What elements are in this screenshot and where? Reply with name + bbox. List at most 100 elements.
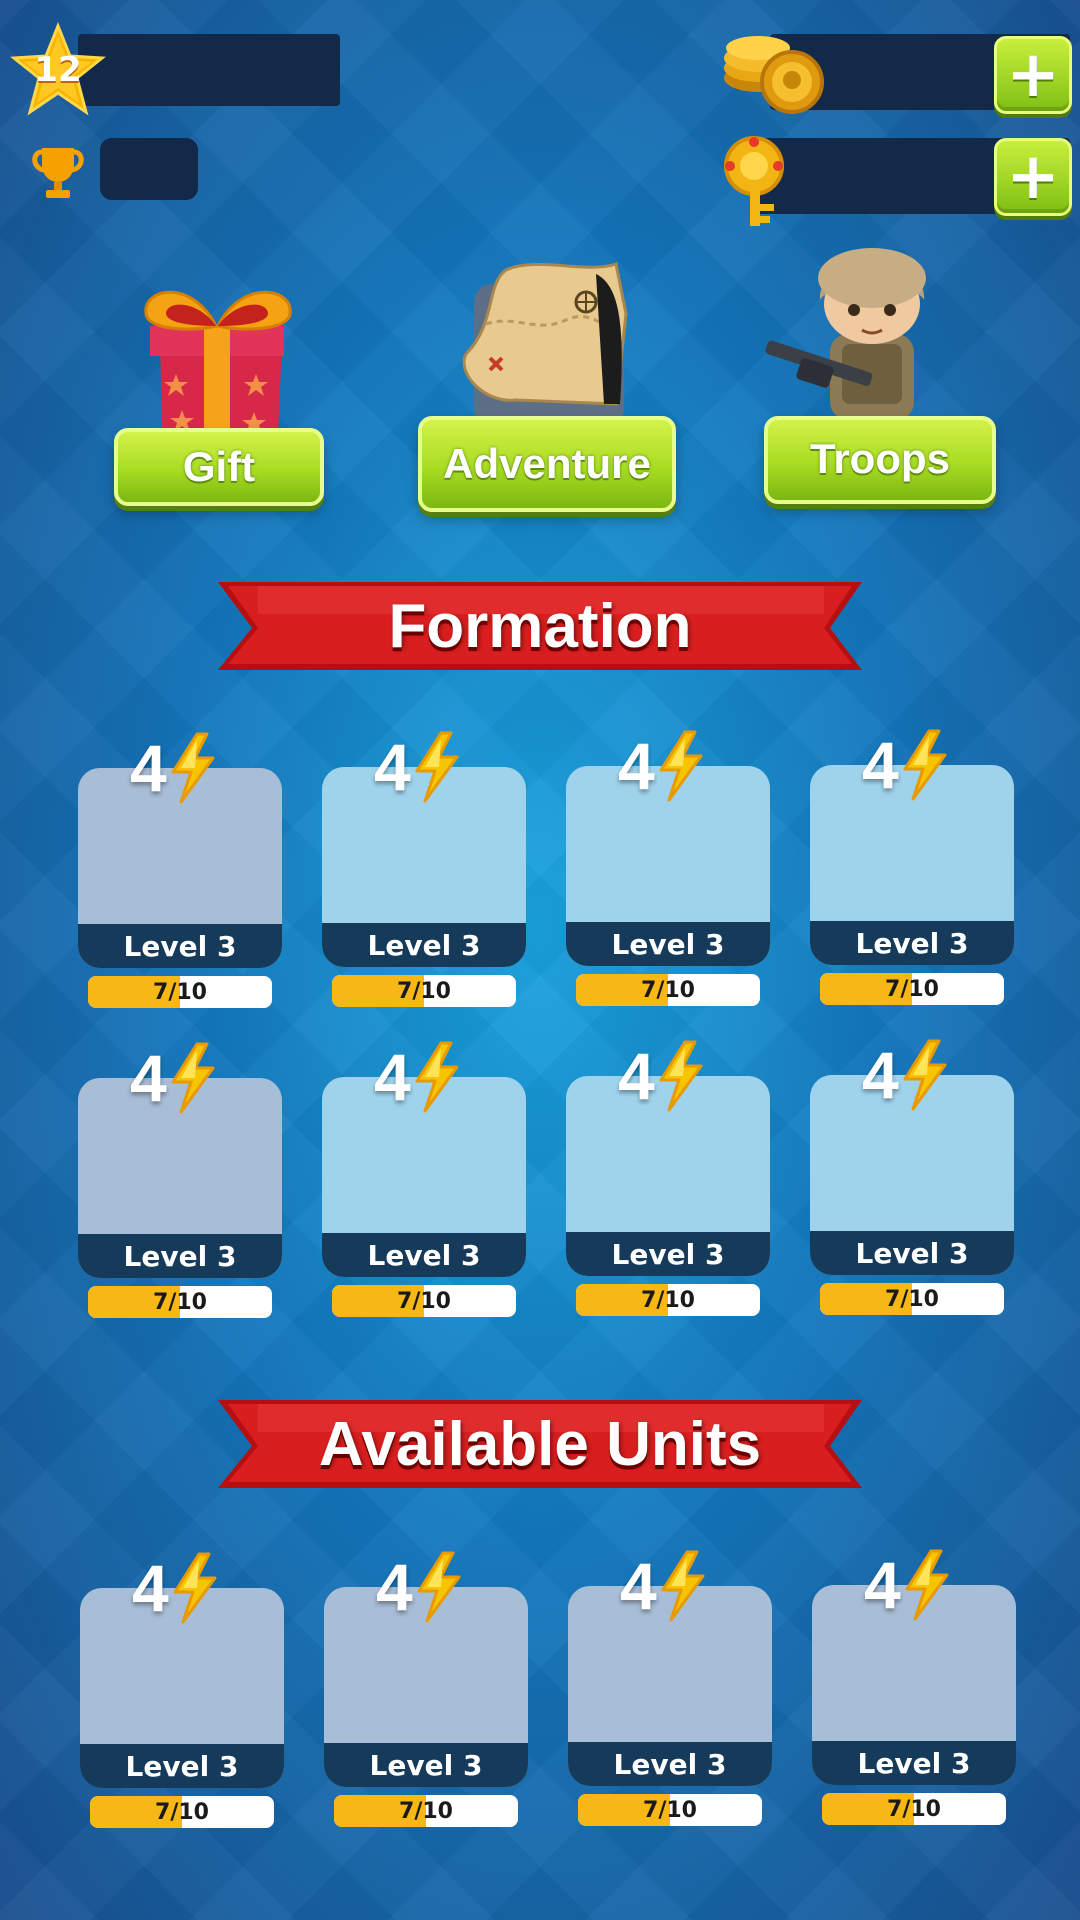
available-units-ribbon: Available Units [218,1396,862,1492]
adventure-button-label: Adventure [443,440,651,487]
unit-progress-text: 7/10 [155,1799,209,1825]
unit-progress-text: 7/10 [397,1288,451,1314]
coin-stack-icon [722,26,826,118]
energy-cost: 4 [374,1037,463,1117]
lightning-bolt-icon [415,1041,459,1113]
energy-cost-number: 4 [618,729,655,803]
unit-progress-bar: 7/10 [88,1286,272,1318]
unit-level-label: Level 3 [810,1231,1014,1275]
unit-progress-bar: 7/10 [578,1794,762,1826]
unit-progress-text: 7/10 [643,1797,697,1823]
energy-cost: 4 [130,728,219,808]
unit-progress-text: 7/10 [641,1287,695,1313]
unit-level-label: Level 3 [78,924,282,968]
energy-cost-number: 4 [130,1041,167,1115]
available-units-title: Available Units [318,1409,762,1479]
unit-level-label: Level 3 [80,1744,284,1788]
adventure-button[interactable]: Adventure [418,416,676,512]
unit-progress-text: 7/10 [153,979,207,1005]
add-keys-button[interactable]: + [994,138,1072,216]
energy-cost-number: 4 [130,731,167,805]
lightning-bolt-icon [661,1550,705,1622]
unit-progress-bar: 7/10 [822,1793,1006,1825]
gift-button-label: Gift [182,443,256,490]
unit-progress-bar: 7/10 [820,1283,1004,1315]
unit-card[interactable]: Level 3 4 7/10 [80,1551,284,1828]
unit-progress-bar: 7/10 [820,973,1004,1005]
lightning-bolt-icon [417,1551,461,1623]
gift-box-icon [132,278,302,438]
formation-title: Formation [388,591,692,661]
unit-progress-text: 7/10 [885,976,939,1002]
lightning-bolt-icon [659,1040,703,1112]
gift-button[interactable]: Gift [114,428,324,506]
unit-progress-bar: 7/10 [90,1796,274,1828]
unit-level-label: Level 3 [322,923,526,967]
lightning-bolt-icon [903,729,947,801]
lightning-bolt-icon [903,1039,947,1111]
unit-progress-text: 7/10 [641,977,695,1003]
player-level-badge: 12 [10,21,106,118]
troops-button[interactable]: Troops [764,416,996,504]
unit-level-label: Level 3 [566,922,770,966]
energy-cost: 4 [864,1545,953,1625]
lightning-bolt-icon [171,1042,215,1114]
unit-card[interactable]: Level 3 4 7/10 [566,1039,770,1316]
formation-ribbon: Formation [218,578,862,674]
unit-card[interactable]: Level 3 4 7/10 [810,728,1014,1005]
unit-progress-bar: 7/10 [88,976,272,1008]
energy-cost-number: 4 [618,1039,655,1113]
energy-cost-number: 4 [862,728,899,802]
unit-card[interactable]: Level 3 4 7/10 [566,729,770,1006]
soldier-icon [758,234,958,420]
lightning-bolt-icon [905,1549,949,1621]
unit-card[interactable]: Level 3 4 7/10 [322,730,526,1007]
unit-card[interactable]: Level 3 4 7/10 [322,1040,526,1317]
lightning-bolt-icon [171,732,215,804]
add-coins-button[interactable]: + [994,36,1072,114]
player-level-number: 12 [34,50,82,90]
unit-progress-text: 7/10 [887,1796,941,1822]
lightning-bolt-icon [659,730,703,802]
unit-progress-bar: 7/10 [576,1284,760,1316]
unit-level-label: Level 3 [322,1233,526,1277]
energy-cost-number: 4 [374,730,411,804]
energy-cost-number: 4 [376,1550,413,1624]
energy-cost: 4 [130,1038,219,1118]
unit-card[interactable]: Level 3 4 7/10 [568,1549,772,1826]
unit-progress-text: 7/10 [153,1289,207,1315]
unit-level-label: Level 3 [568,1742,772,1786]
unit-card[interactable]: Level 3 4 7/10 [812,1548,1016,1825]
unit-progress-bar: 7/10 [334,1795,518,1827]
energy-cost: 4 [376,1547,465,1627]
unit-card[interactable]: Level 3 4 7/10 [810,1038,1014,1315]
unit-card[interactable]: Level 3 4 7/10 [324,1550,528,1827]
trophy-icon [28,142,88,202]
lightning-bolt-icon [415,731,459,803]
treasure-map-icon [446,254,646,426]
energy-cost: 4 [862,1035,951,1115]
unit-level-label: Level 3 [812,1741,1016,1785]
unit-progress-bar: 7/10 [576,974,760,1006]
unit-card[interactable]: Level 3 4 7/10 [78,1041,282,1318]
player-level-bar [78,34,340,106]
unit-progress-text: 7/10 [399,1798,453,1824]
energy-cost-number: 4 [374,1040,411,1114]
energy-cost-number: 4 [864,1548,901,1622]
energy-cost: 4 [862,725,951,805]
gold-key-icon [720,134,792,230]
plus-icon: + [1006,38,1060,112]
energy-cost-number: 4 [132,1551,169,1625]
energy-cost: 4 [620,1546,709,1626]
energy-cost: 4 [132,1548,221,1628]
energy-cost-number: 4 [620,1549,657,1623]
unit-card[interactable]: Level 3 4 7/10 [78,731,282,1008]
unit-progress-bar: 7/10 [332,975,516,1007]
trophy-count-bar [100,138,198,200]
unit-progress-text: 7/10 [397,978,451,1004]
unit-level-label: Level 3 [810,921,1014,965]
energy-cost: 4 [618,1036,707,1116]
unit-progress-bar: 7/10 [332,1285,516,1317]
unit-level-label: Level 3 [324,1743,528,1787]
unit-level-label: Level 3 [566,1232,770,1276]
